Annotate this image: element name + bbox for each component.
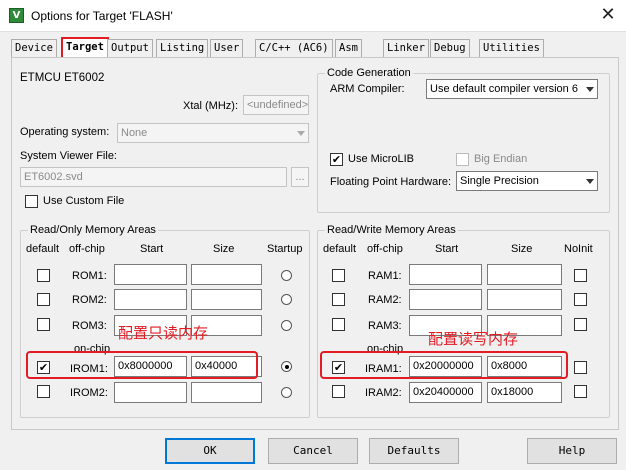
tab-target[interactable]: Target [61,37,109,58]
irom1-startup-radio[interactable] [281,361,292,372]
irom2-size-field[interactable] [191,382,262,403]
ram3-default-checkbox[interactable] [332,318,345,331]
chevron-down-icon [297,131,305,136]
tab-output[interactable]: Output [107,39,153,57]
tab-user[interactable]: User [210,39,244,57]
compiler-select[interactable]: Use default compiler version 6 [426,79,598,99]
rom1-startup-radio[interactable] [281,270,292,281]
ram-group-title: Read/Write Memory Areas [325,224,458,236]
ram1-label: RAM1: [368,270,402,282]
ram3-label: RAM3: [368,320,402,332]
tab-utilities[interactable]: Utilities [479,39,544,57]
rom-header-size: Size [213,243,235,255]
rom3-startup-radio[interactable] [281,320,292,331]
irom2-default-checkbox[interactable] [37,385,50,398]
browse-button[interactable]: ... [291,167,309,187]
rom2-default-checkbox[interactable] [37,293,50,306]
rom-header-startup: Startup [267,243,303,255]
chevron-down-icon [586,179,594,184]
rom3-default-checkbox[interactable] [37,318,50,331]
ram-header-size: Size [511,243,533,255]
iram2-start-field[interactable]: 0x20400000 [409,382,482,403]
iram2-default-checkbox[interactable] [332,385,345,398]
xtal-field[interactable]: <undefined> [243,95,309,115]
fp-hardware-label: Floating Point Hardware: [330,176,452,188]
tab-device[interactable]: Device [11,39,57,57]
rom1-size-field[interactable] [191,264,262,285]
ram-header-offchip: off-chip [367,243,403,255]
tab-listing[interactable]: Listing [156,39,209,57]
rom-annotation: 配置只读内存 [118,324,209,342]
device-name: ETMCU ET6002 [20,72,105,84]
rom-header-default: default [26,243,60,255]
use-microlib-label: Use MicroLIB [348,153,415,165]
ram-header-noinit: NoInit [564,243,593,255]
rom-header-start: Start [140,243,164,255]
rom1-start-field[interactable] [114,264,187,285]
os-select[interactable]: None [117,123,309,143]
ram1-default-checkbox[interactable] [332,269,345,282]
rom2-size-field[interactable] [191,289,262,310]
irom2-startup-radio[interactable] [281,387,292,398]
svd-label: System Viewer File: [20,150,117,162]
rom2-start-field[interactable] [114,289,187,310]
ram3-noinit-checkbox[interactable] [574,318,587,331]
ram1-noinit-checkbox[interactable] [574,269,587,282]
tab-debug[interactable]: Debug [430,39,470,57]
ram1-size-field[interactable] [487,264,562,285]
svd-field[interactable]: ET6002.svd [20,167,287,187]
ram2-label: RAM2: [368,294,402,306]
iram2-noinit-checkbox[interactable] [574,385,587,398]
ram1-start-field[interactable] [409,264,482,285]
use-microlib-checkbox[interactable]: ✔ [330,153,343,166]
rom-header-offchip: off-chip [69,243,105,255]
fp-hardware-value: Single Precision [460,175,539,187]
ram-annotation: 配置读写内存 [428,330,519,348]
use-custom-file-checkbox[interactable] [25,195,38,208]
os-label: Operating system: [20,126,110,138]
ram2-size-field[interactable] [487,289,562,310]
code-generation-title: Code Generation [325,67,413,79]
close-icon[interactable]: ✕ [597,5,619,25]
iram2-size-field[interactable]: 0x18000 [487,382,562,403]
os-select-value: None [121,127,148,139]
ram2-start-field[interactable] [409,289,482,310]
irom2-start-field[interactable] [114,382,187,403]
iram1-highlight-box [320,351,568,379]
help-button[interactable]: Help [527,438,617,464]
rom3-label: ROM3: [72,320,107,332]
big-endian-label: Big Endian [474,153,528,165]
iram1-noinit-checkbox[interactable] [574,361,587,374]
rom-group-title: Read/Only Memory Areas [28,224,158,236]
tab-c-cpp[interactable]: C/C++ (AC6) [255,39,333,57]
xtal-label: Xtal (MHz): [183,100,238,112]
window-title: Options for Target 'FLASH' [31,9,173,23]
compiler-select-value: Use default compiler version 6 [430,83,578,95]
ram2-noinit-checkbox[interactable] [574,293,587,306]
big-endian-checkbox[interactable] [456,153,469,166]
rom2-startup-radio[interactable] [281,294,292,305]
tab-asm[interactable]: Asm [335,39,362,57]
ram-header-default: default [323,243,357,255]
uvision-icon: V [9,8,24,23]
rom2-label: ROM2: [72,294,107,306]
use-custom-file-label: Use Custom File [43,195,125,207]
rom1-label: ROM1: [72,270,107,282]
fp-hardware-select[interactable]: Single Precision [456,171,598,191]
iram2-label: IRAM2: [365,387,402,399]
defaults-button[interactable]: Defaults [369,438,459,464]
irom1-highlight-box [26,351,258,379]
tab-linker[interactable]: Linker [383,39,429,57]
cancel-button[interactable]: Cancel [268,438,358,464]
ok-button[interactable]: OK [165,438,255,464]
compiler-label: ARM Compiler: [330,83,405,95]
irom2-label: IROM2: [70,387,108,399]
ram-header-start: Start [435,243,459,255]
rom1-default-checkbox[interactable] [37,269,50,282]
ram2-default-checkbox[interactable] [332,293,345,306]
chevron-down-icon [586,87,594,92]
